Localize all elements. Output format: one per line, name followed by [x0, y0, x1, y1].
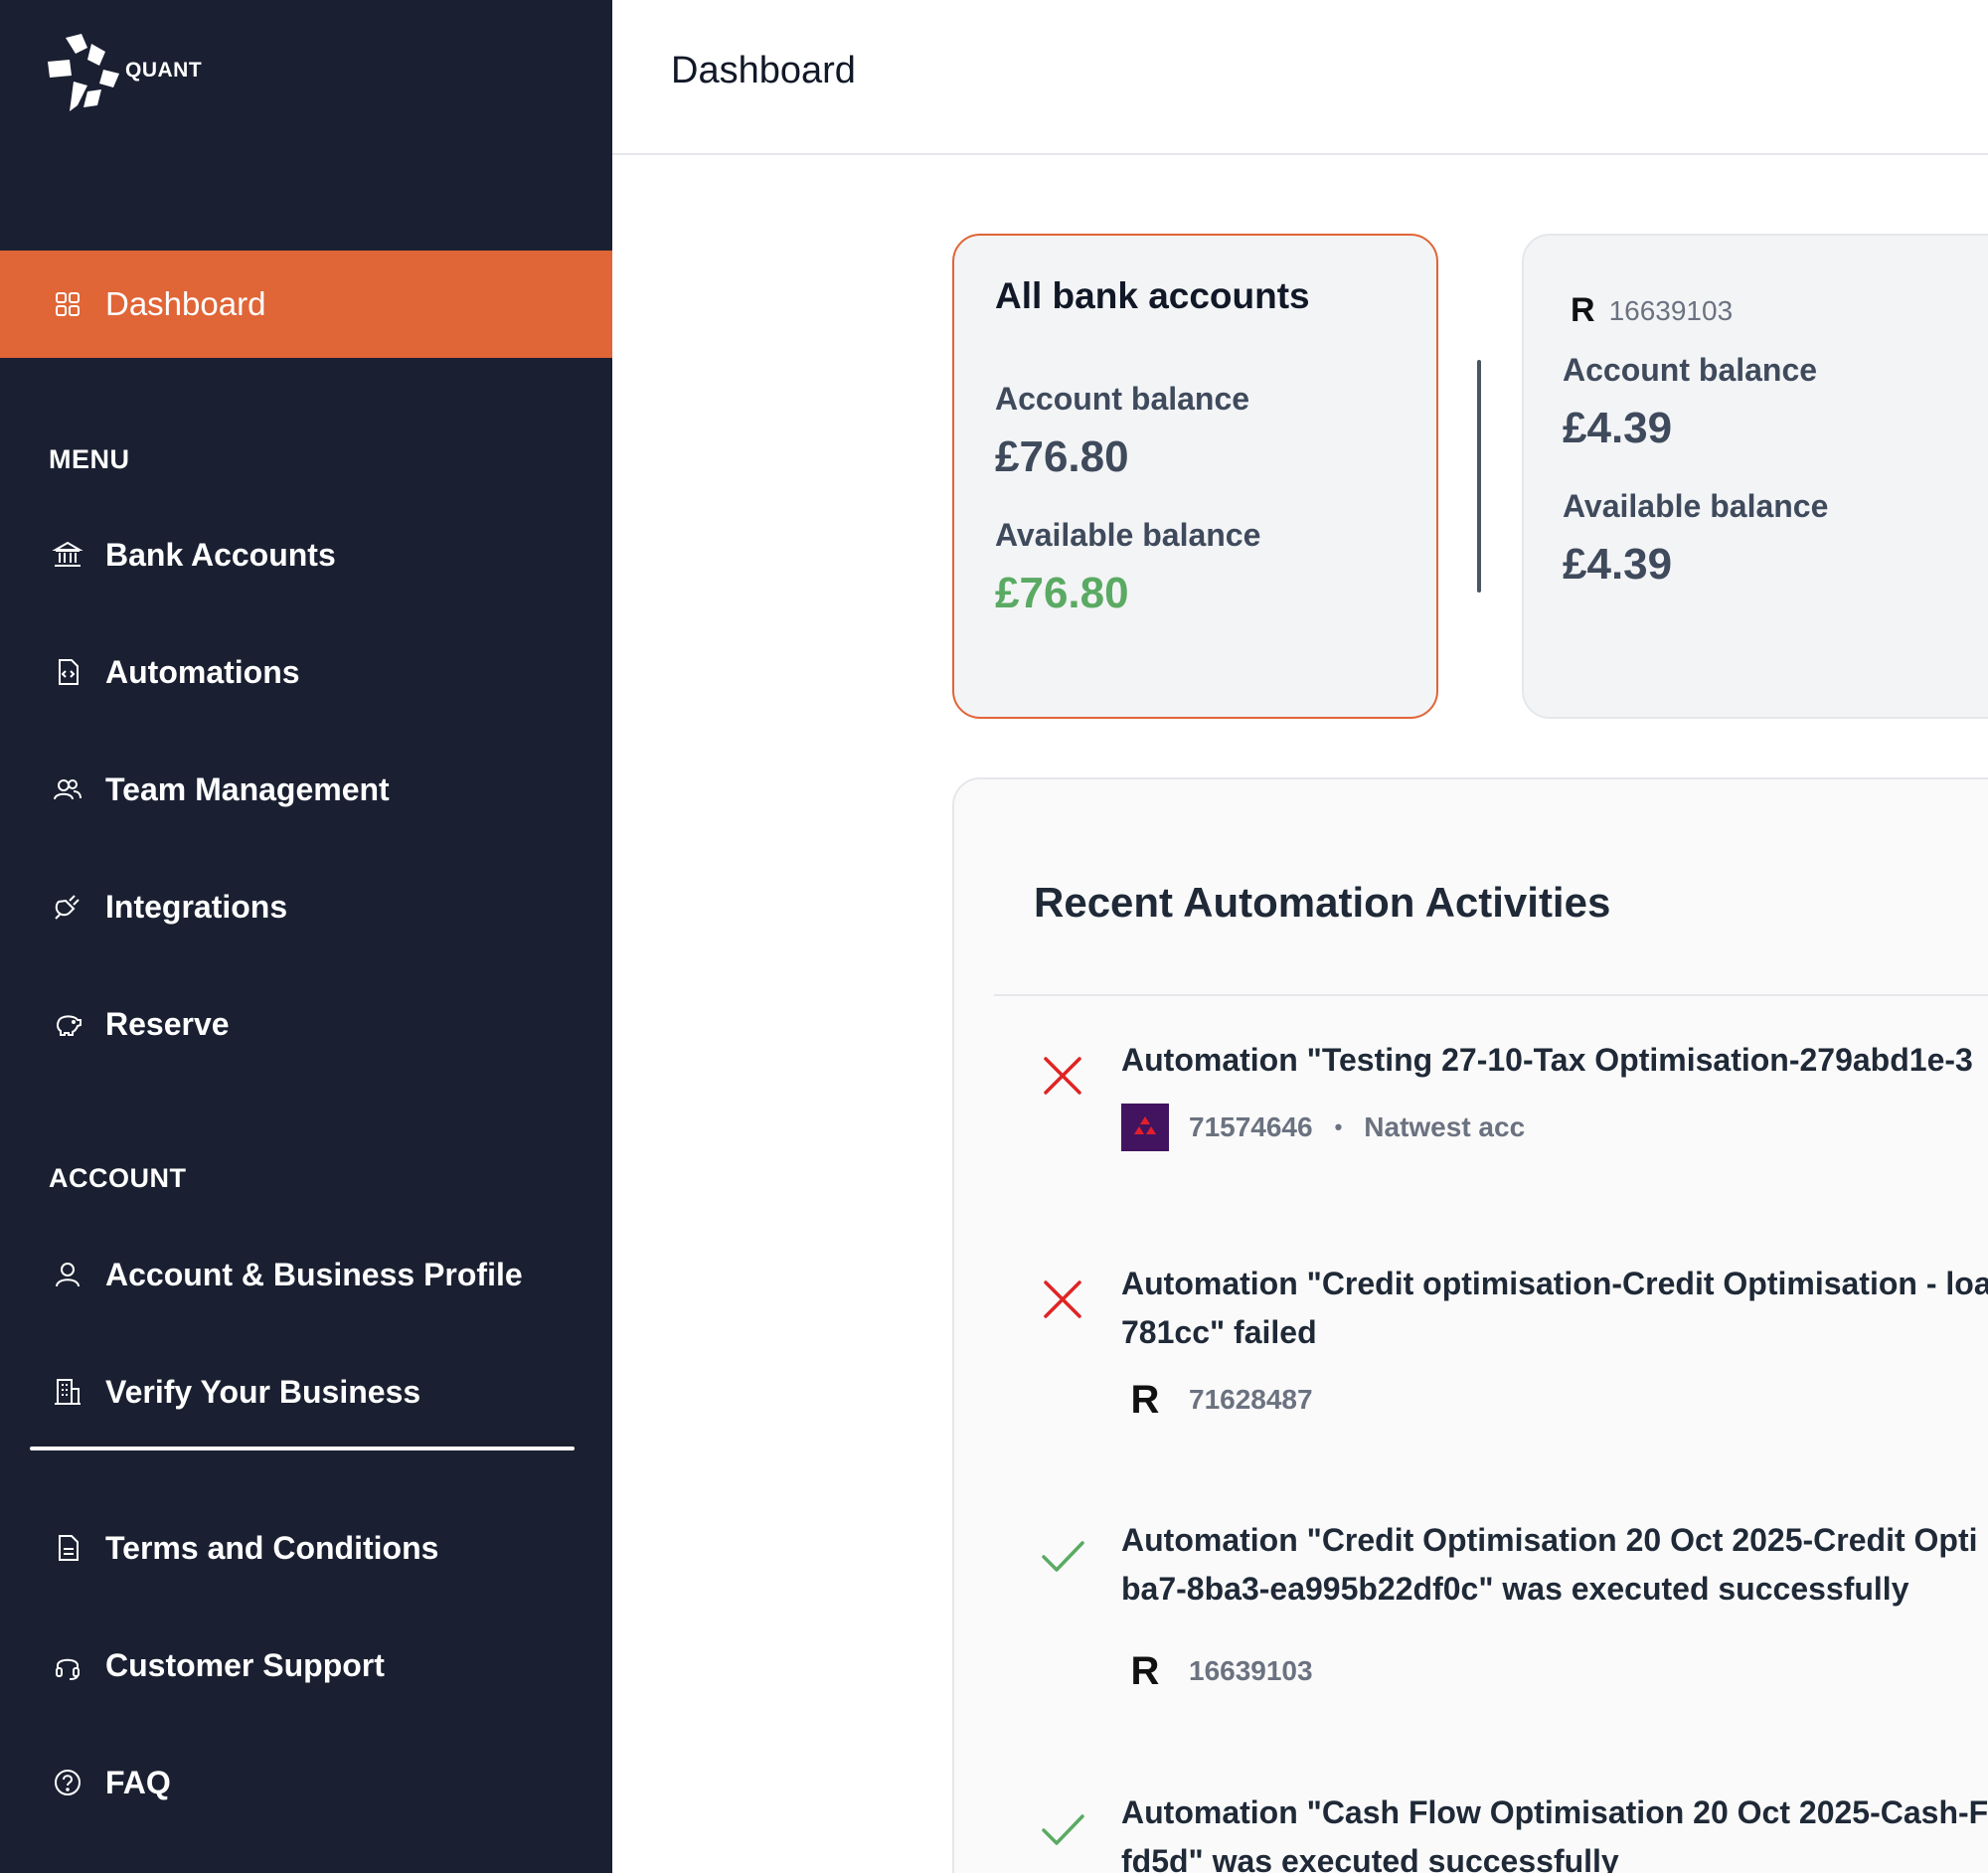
failed-x-icon	[1040, 1053, 1085, 1099]
account-balance-label: Account balance	[1563, 352, 1818, 388]
revolut-icon: R	[1130, 1377, 1160, 1422]
activity-meta: R 71628487	[1121, 1376, 1313, 1424]
sidebar-item-label: Bank Accounts	[105, 536, 336, 573]
bank-account-card[interactable]: R 16639103 Account balance £4.39 Availab…	[1522, 234, 1988, 719]
account-number: 71574646	[1189, 1111, 1313, 1142]
available-balance-value: £4.39	[1563, 540, 1673, 589]
sidebar-item-terms[interactable]: Terms and Conditions	[0, 1523, 612, 1573]
account-header: R 16639103	[1571, 291, 1733, 330]
activity-meta: 71574646 • Natwest acc	[1121, 1104, 1525, 1151]
cards-divider	[1477, 360, 1481, 593]
activity-text: Automation "Credit optimisation-Credit O…	[1121, 1260, 1988, 1357]
plug-icon	[50, 889, 85, 925]
activity-text-line: Automation "Credit optimisation-Credit O…	[1121, 1266, 1988, 1301]
sidebar-item-label: FAQ	[105, 1764, 171, 1800]
activity-text-line: Automation "Credit Optimisation 20 Oct 2…	[1121, 1522, 1978, 1558]
sidebar-item-bank-accounts[interactable]: Bank Accounts	[0, 530, 612, 580]
sidebar-item-label: Dashboard	[105, 285, 266, 322]
activities-divider	[994, 994, 1988, 996]
activity-text-line: fd5d" was executed successfully	[1121, 1843, 1619, 1873]
all-accounts-card[interactable]: All bank accounts Account balance £76.80…	[952, 234, 1438, 719]
piggy-bank-icon	[50, 1006, 85, 1042]
natwest-icon	[1121, 1104, 1169, 1151]
sidebar-item-faq[interactable]: FAQ	[0, 1758, 612, 1807]
sidebar-item-label: Verify Your Business	[105, 1373, 421, 1410]
activity-text-line: 781cc" failed	[1121, 1314, 1317, 1350]
failed-x-icon	[1040, 1277, 1085, 1322]
sidebar-item-label: Reserve	[105, 1005, 230, 1042]
account-balance-label: Account balance	[995, 381, 1250, 417]
sidebar-item-label: Integrations	[105, 888, 288, 925]
account-balance-value: £76.80	[995, 432, 1129, 481]
account-number: 71628487	[1189, 1384, 1313, 1415]
page-title: Dashboard	[671, 50, 856, 91]
activity-text-line: Automation "Cash Flow Optimisation 20 Oc…	[1121, 1794, 1988, 1830]
account-section-label: ACCOUNT	[49, 1163, 187, 1193]
account-number: 16639103	[1608, 294, 1734, 326]
activities-title: Recent Automation Activities	[1034, 879, 1611, 926]
sidebar-item-label: Account & Business Profile	[105, 1256, 523, 1292]
code-file-icon	[50, 654, 85, 690]
user-icon	[50, 1257, 85, 1292]
revolut-icon: R	[1130, 1648, 1160, 1693]
sidebar-item-verify-business[interactable]: Verify Your Business	[0, 1367, 612, 1417]
headset-icon	[50, 1647, 85, 1683]
document-icon	[50, 1530, 85, 1566]
activity-text: Automation "Cash Flow Optimisation 20 Oc…	[1121, 1788, 1988, 1873]
app-logo-text: QUANT	[125, 59, 203, 82]
sidebar-item-integrations[interactable]: Integrations	[0, 882, 612, 932]
recent-activities-panel: Recent Automation Activities Automation …	[952, 777, 1988, 1873]
activity-text: Automation "Testing 27-10-Tax Optimisati…	[1121, 1042, 1973, 1078]
account-name: Natwest acc	[1364, 1111, 1526, 1142]
building-icon	[50, 1374, 85, 1410]
top-header: Dashboard	[612, 0, 1988, 155]
activity-text-line: ba7-8ba3-ea995b22df0c" was executed succ…	[1121, 1571, 1909, 1607]
separator-dot: •	[1334, 1114, 1343, 1139]
sidebar-item-label: Terms and Conditions	[105, 1529, 439, 1566]
available-balance-value: £76.80	[995, 569, 1129, 617]
menu-section-label: MENU	[49, 444, 130, 474]
sidebar-item-label: Automations	[105, 653, 300, 690]
account-balance-value: £4.39	[1563, 404, 1673, 452]
card-title: All bank accounts	[995, 275, 1310, 316]
users-icon	[50, 771, 85, 807]
bank-icon	[50, 537, 85, 573]
sidebar-divider	[30, 1447, 575, 1450]
success-check-icon	[1040, 1806, 1085, 1852]
grid-icon	[50, 286, 85, 322]
sidebar-item-label: Customer Support	[105, 1646, 385, 1683]
sidebar-item-customer-support[interactable]: Customer Support	[0, 1640, 612, 1690]
available-balance-label: Available balance	[1563, 488, 1829, 524]
sidebar-item-account-profile[interactable]: Account & Business Profile	[0, 1250, 612, 1299]
available-balance-label: Available balance	[995, 517, 1261, 553]
sidebar-item-automations[interactable]: Automations	[0, 647, 612, 697]
app-logo[interactable]: QUANT	[48, 34, 202, 113]
activity-meta: R 16639103	[1121, 1647, 1313, 1695]
success-check-icon	[1040, 1533, 1085, 1579]
sidebar-item-label: Team Management	[105, 770, 390, 807]
sidebar: QUANT Dashboard MENU Bank Accounts Autom…	[0, 0, 612, 1873]
sidebar-item-team-management[interactable]: Team Management	[0, 765, 612, 814]
quant-logo-icon	[48, 34, 121, 113]
activity-text: Automation "Credit Optimisation 20 Oct 2…	[1121, 1516, 1988, 1614]
revolut-icon: R	[1571, 291, 1595, 329]
sidebar-item-reserve[interactable]: Reserve	[0, 999, 612, 1049]
question-circle-icon	[50, 1765, 85, 1800]
sidebar-item-dashboard[interactable]: Dashboard	[0, 251, 612, 358]
account-number: 16639103	[1189, 1655, 1313, 1686]
